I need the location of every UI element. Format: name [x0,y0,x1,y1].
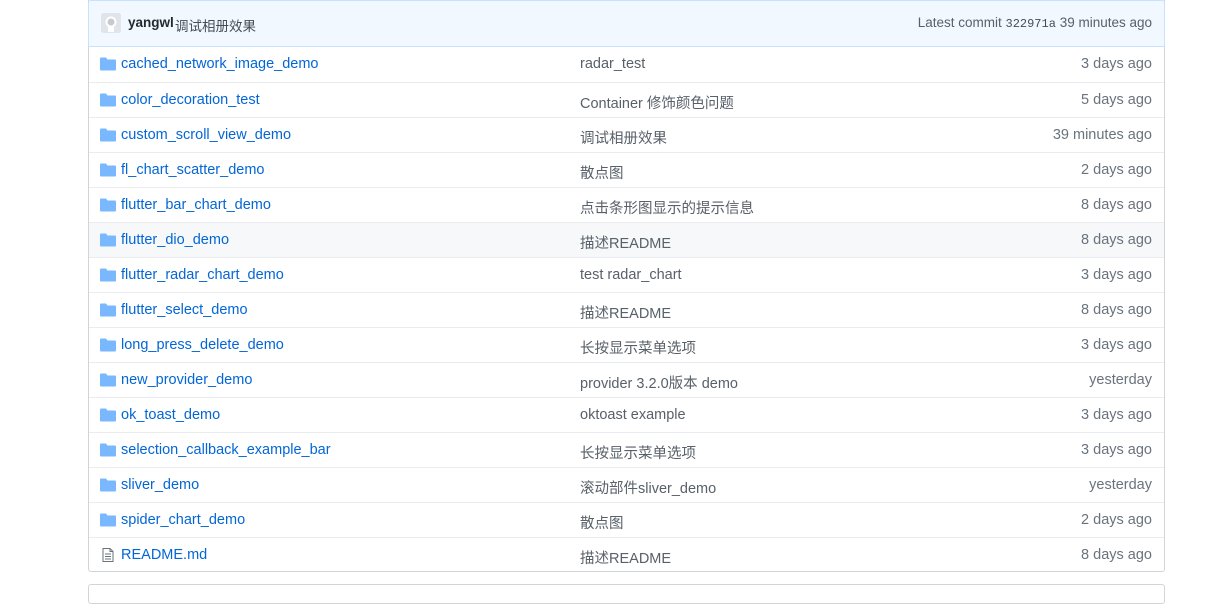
folder-icon [100,268,116,282]
file-name-link[interactable]: ok_toast_demo [121,407,220,423]
commit-age: 8 days ago [1081,197,1152,213]
file-name-link[interactable]: long_press_delete_demo [121,337,284,353]
file-row[interactable]: selection_callback_example_bar 长按显示菜单选项 3 … [89,432,1164,467]
file-row[interactable]: custom_scroll_view_demo 调试相册效果 39 minutes … [89,117,1164,152]
file-name-link[interactable]: new_provider_demo [121,372,252,388]
file-name-link[interactable]: spider_chart_demo [121,512,245,528]
folder-icon [100,128,116,142]
latest-commit-bar: yangwl 调试相册效果 Latest commit 322971a 39 m… [88,0,1165,47]
folder-icon [100,233,116,247]
file-row[interactable]: README.md 描述README 8 days ago [89,537,1164,572]
folder-icon [100,198,116,212]
file-list-box: yangwl 调试相册效果 Latest commit 322971a 39 m… [88,0,1165,572]
file-row[interactable]: flutter_dio_demo 描述README 8 days ago [89,222,1164,257]
commit-time: 39 minutes ago [1059,15,1152,30]
commit-age: 8 days ago [1081,232,1152,248]
commit-message-link[interactable]: 滚动部件sliver_demo [580,477,716,498]
commit-message-link[interactable]: provider 3.2.0版本 demo [580,372,738,393]
commit-age: 5 days ago [1081,92,1152,108]
commit-message-link[interactable]: 长按显示菜单选项 [580,442,696,463]
commit-message-link[interactable]: 调试相册效果 [580,127,667,148]
commit-age: 3 days ago [1081,267,1152,283]
commit-sha-link[interactable]: 322971a [1006,17,1056,31]
file-icon [102,548,114,562]
folder-icon [100,443,116,457]
commit-age: 3 days ago [1081,407,1152,423]
folder-icon [100,303,116,317]
file-name-link[interactable]: selection_callback_example_bar [121,442,331,458]
latest-commit-label: Latest commit [917,15,1002,30]
commit-age: 8 days ago [1081,547,1152,563]
commit-message-link[interactable]: 描述README [580,232,671,253]
commit-author-link[interactable]: yangwl [128,15,174,30]
file-name-link[interactable]: README.md [121,547,207,563]
folder-icon [100,513,116,527]
file-row[interactable]: spider_chart_demo 散点图 2 days ago [89,502,1164,537]
file-name-link[interactable]: color_decoration_test [121,92,260,108]
commit-message-link[interactable]: 长按显示菜单选项 [580,337,696,358]
file-name-link[interactable]: cached_network_image_demo [121,56,319,72]
commit-message[interactable]: 调试相册效果 [175,15,256,35]
commit-message-link[interactable]: Container 修饰颜色问题 [580,92,734,113]
readme-box-top [88,584,1165,604]
commit-message-link[interactable]: 散点图 [580,162,624,183]
file-row[interactable]: flutter_bar_chart_demo 点击条形图显示的提示信息 8 days… [89,187,1164,222]
file-rows: cached_network_image_demo radar_test 3 day… [89,47,1164,572]
folder-icon [100,338,116,352]
commit-message-link[interactable]: 描述README [580,302,671,323]
file-name-link[interactable]: fl_chart_scatter_demo [121,162,264,178]
file-row[interactable]: long_press_delete_demo 长按显示菜单选项 3 days ago [89,327,1164,362]
commit-message-link[interactable]: 点击条形图显示的提示信息 [580,197,754,218]
commit-message-link[interactable]: oktoast example [580,407,686,423]
commit-age: 3 days ago [1081,337,1152,353]
folder-icon [100,408,116,422]
file-name-link[interactable]: custom_scroll_view_demo [121,127,291,143]
commit-age: 2 days ago [1081,162,1152,178]
folder-icon [100,57,116,71]
file-name-link[interactable]: flutter_bar_chart_demo [121,197,271,213]
file-row[interactable]: sliver_demo 滚动部件sliver_demo yesterday [89,467,1164,502]
file-name-link[interactable]: flutter_dio_demo [121,232,229,248]
latest-commit-meta: Latest commit 322971a 39 minutes ago [918,15,1152,31]
file-row[interactable]: flutter_select_demo 描述README 8 days ago [89,292,1164,327]
avatar[interactable] [101,13,121,33]
commit-age: 8 days ago [1081,302,1152,318]
file-name-link[interactable]: sliver_demo [121,477,199,493]
commit-age: 3 days ago [1081,442,1152,458]
file-row[interactable]: ok_toast_demo oktoast example 3 days ago [89,397,1164,432]
commit-message-link[interactable]: 散点图 [580,512,624,533]
file-name-link[interactable]: flutter_select_demo [121,302,248,318]
github-avatar-icon [101,13,121,33]
file-row[interactable]: new_provider_demo provider 3.2.0版本 demo ye… [89,362,1164,397]
commit-age: 2 days ago [1081,512,1152,528]
file-name-link[interactable]: flutter_radar_chart_demo [121,267,284,283]
commit-message-link[interactable]: test radar_chart [580,267,682,283]
file-row[interactable]: color_decoration_test Container 修饰颜色问题 5 d… [89,82,1164,117]
commit-age: yesterday [1089,477,1152,493]
commit-age: yesterday [1089,372,1152,388]
folder-icon [100,478,116,492]
commit-message-link[interactable]: 描述README [580,547,671,568]
commit-age: 39 minutes ago [1052,127,1152,143]
file-row[interactable]: fl_chart_scatter_demo 散点图 2 days ago [89,152,1164,187]
file-row[interactable]: cached_network_image_demo radar_test 3 day… [89,47,1164,82]
folder-icon [100,163,116,177]
folder-icon [100,373,116,387]
file-row[interactable]: flutter_radar_chart_demo test radar_chart… [89,257,1164,292]
commit-message-link[interactable]: radar_test [580,56,645,72]
folder-icon [100,93,116,107]
commit-age: 3 days ago [1081,56,1152,72]
